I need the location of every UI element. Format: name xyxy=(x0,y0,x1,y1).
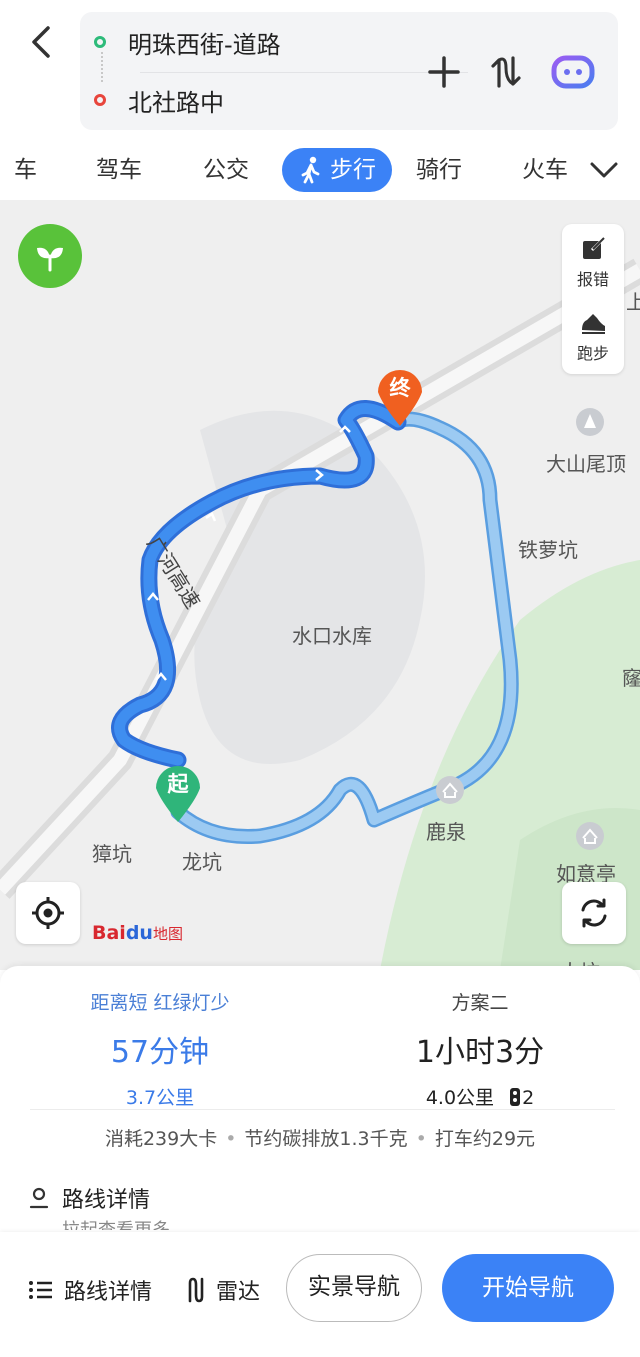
tab-bike[interactable]: 骑行 xyxy=(416,148,462,192)
sprout-icon xyxy=(37,247,63,272)
end-dot-icon xyxy=(94,94,106,106)
run-mode-label: 跑步 xyxy=(576,344,609,363)
tab-walk[interactable]: 步行 xyxy=(282,148,392,192)
report-error-label: 报错 xyxy=(576,270,609,289)
edge-label-right: 窿 xyxy=(622,666,640,690)
start-point-text: 明珠西街-道路 xyxy=(128,30,281,59)
plan1-tag: 距离短 红绿灯少 xyxy=(90,992,230,1014)
plan1-distance: 3.7公里 xyxy=(125,1087,195,1109)
route-detail-title: 路线详情 xyxy=(62,1188,151,1213)
start-point-row[interactable]: 明珠西街-道路 xyxy=(94,22,281,62)
refresh-button[interactable] xyxy=(562,882,626,944)
reservoir-label: 水口水库 xyxy=(292,624,372,648)
map-view[interactable]: 广河高速 水口水库 大山尾顶 铁萝坑 鹿泉 如意亭 獐坑 龙坑 上 窿 大坑 起… xyxy=(0,200,640,970)
edit-icon xyxy=(583,237,605,259)
plan2-lights: 2 xyxy=(522,1087,535,1109)
stat-sep-2: • xyxy=(415,1128,427,1150)
tab-train[interactable]: 火车 xyxy=(522,148,568,192)
stat-calories: 消耗239大卡 xyxy=(104,1128,218,1150)
run-mode-button[interactable]: 跑步 xyxy=(562,310,624,364)
more-modes-button[interactable] xyxy=(588,154,620,190)
walk-icon xyxy=(301,156,320,184)
traffic-light-icon xyxy=(510,1088,521,1106)
edge-label-top: 上 xyxy=(626,290,640,314)
stat-sep-1: • xyxy=(225,1128,237,1150)
stat-carbon: 节约碳排放1.3千克 xyxy=(244,1128,408,1150)
start-dot-icon xyxy=(94,36,106,48)
swap-route-button[interactable] xyxy=(484,50,528,94)
end-point-row[interactable]: 北社路中 xyxy=(94,80,224,120)
poi-longkeng-label: 龙坑 xyxy=(182,850,222,874)
baidu-map-logo: Baidu地图 xyxy=(92,922,183,944)
plan2-tag: 方案二 xyxy=(451,992,509,1014)
plus-icon xyxy=(428,56,460,88)
radar-button[interactable]: 雷达 xyxy=(184,1272,260,1308)
route-details-button[interactable]: 路线详情 xyxy=(28,1272,152,1308)
route-details-label: 路线详情 xyxy=(64,1280,153,1305)
list-icon xyxy=(29,1281,52,1299)
eco-button[interactable] xyxy=(18,224,82,288)
locate-button[interactable] xyxy=(16,882,80,944)
start-navigation-button[interactable]: 开始导航 xyxy=(442,1254,614,1322)
end-point-text: 北社路中 xyxy=(128,88,224,117)
live-navigation-button[interactable]: 实景导航 xyxy=(286,1254,422,1322)
poi-dashanweiding-label: 大山尾顶 xyxy=(546,452,626,476)
start-pin-label: 起 xyxy=(167,772,189,796)
plan2-time: 1小时3分 xyxy=(415,1035,545,1070)
report-error-button[interactable]: 报错 xyxy=(562,236,624,290)
poi-tieluokeng-label: 铁萝坑 xyxy=(518,538,578,562)
shoe-icon xyxy=(582,314,605,334)
radar-label: 雷达 xyxy=(216,1280,261,1305)
route-detail-hint: 拉起查看更多 xyxy=(62,1216,170,1230)
poi-zhangkeng-label: 獐坑 xyxy=(92,842,132,866)
baidu-logo-ditu: 地图 xyxy=(152,925,183,943)
plan2-distance: 4.0公里 xyxy=(425,1087,495,1109)
baidu-logo-du: du xyxy=(125,922,153,944)
back-arrow-icon xyxy=(32,26,50,58)
add-waypoint-button[interactable] xyxy=(422,50,466,94)
plan-option-2[interactable]: 方案二 1小时3分 4.0公里 2 xyxy=(360,988,600,1110)
route-pin-icon xyxy=(29,1187,49,1209)
stat-taxi: 打车约29元 xyxy=(434,1128,536,1150)
tab-walk-label: 步行 xyxy=(330,157,376,183)
highway-label: 广河高速 xyxy=(142,530,246,613)
transport-mode-tabs: 车 驾车 公交 步行 骑行 火车 xyxy=(0,140,640,200)
end-pin[interactable]: 终 xyxy=(374,364,426,428)
plan2-info: 4.0公里 2 xyxy=(360,1083,600,1110)
plan-option-1[interactable]: 距离短 红绿灯少 57分钟 3.7公里 xyxy=(40,988,280,1110)
route-connector xyxy=(101,52,103,82)
route-summary-sheet[interactable]: 距离短 红绿灯少 57分钟 3.7公里 方案二 1小时3分 4.0公里 2 消耗… xyxy=(0,966,640,1236)
route-detail-row[interactable]: 路线详情 xyxy=(28,1182,150,1214)
refresh-icon xyxy=(581,898,607,928)
tab-drive[interactable]: 驾车 xyxy=(96,148,142,192)
chevron-down-icon xyxy=(590,162,618,178)
route-stats: 消耗239大卡 • 节约碳排放1.3千克 • 打车约29元 xyxy=(0,1124,640,1151)
voice-assistant-button[interactable] xyxy=(550,50,596,94)
tab-taxi[interactable]: 车 xyxy=(14,148,37,192)
poi-luquan-label: 鹿泉 xyxy=(426,820,466,844)
start-pin[interactable]: 起 xyxy=(152,760,204,824)
route-input-box: 明珠西街-道路 北社路中 xyxy=(80,12,618,130)
radar-icon xyxy=(188,1277,204,1303)
voice-assistant-icon xyxy=(551,55,595,89)
bottom-action-bar: 路线详情 雷达 实景导航 开始导航 xyxy=(0,1232,640,1357)
locate-icon xyxy=(32,897,64,929)
end-pin-label: 终 xyxy=(389,376,411,400)
swap-icon xyxy=(491,56,521,88)
plan1-time: 57分钟 xyxy=(110,1035,210,1070)
tab-transit[interactable]: 公交 xyxy=(203,148,249,192)
map-side-panel: 报错 跑步 xyxy=(562,224,624,374)
route-header: 明珠西街-道路 北社路中 xyxy=(0,0,640,140)
sheet-divider xyxy=(30,1109,615,1110)
route-divider xyxy=(140,72,468,73)
baidu-logo-bai: Bai xyxy=(92,922,126,944)
back-button[interactable] xyxy=(22,22,62,62)
